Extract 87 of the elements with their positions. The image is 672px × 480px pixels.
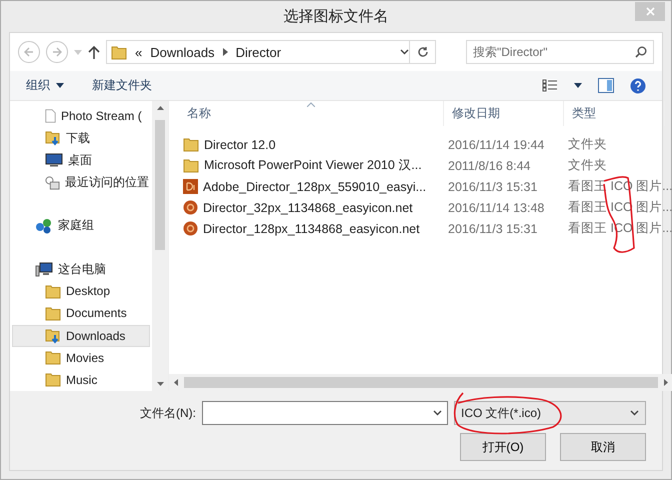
nav-item[interactable]: Documents xyxy=(12,302,150,324)
folder-icon xyxy=(45,284,61,299)
preview-pane-icon[interactable] xyxy=(598,78,614,93)
modified-date: 2011/8/16 8:44 xyxy=(447,158,532,174)
view-caret-icon xyxy=(574,83,582,88)
filename-label: 文件名(N): xyxy=(140,404,196,422)
folder-icon xyxy=(111,44,127,60)
breadcrumb-overflow[interactable]: « xyxy=(135,44,142,60)
nav-label: 最近访问的位置 xyxy=(65,174,149,192)
dialog-button[interactable]: 取消 xyxy=(560,433,646,461)
sort-ascending-icon xyxy=(307,102,315,107)
column-header[interactable]: 类型 xyxy=(564,101,665,126)
scroll-down-icon[interactable] xyxy=(156,382,164,387)
close-icon xyxy=(646,7,654,16)
download-folder-icon xyxy=(45,328,61,344)
file-type: 文件夹 xyxy=(567,136,608,153)
file-name: Director 12.0 xyxy=(204,138,276,152)
window-title: 选择图标文件名 xyxy=(284,7,388,26)
toolbar-button[interactable]: 组织 xyxy=(26,77,64,94)
folder-icon xyxy=(45,350,61,366)
computer-icon xyxy=(35,262,53,277)
file-type: 文件夹 xyxy=(567,157,608,174)
nav-label: 这台电脑 xyxy=(58,260,106,278)
scroll-up-icon[interactable] xyxy=(156,105,164,110)
document-icon xyxy=(45,109,56,124)
nav-item[interactable]: 这台电脑 xyxy=(12,258,150,280)
nav-label: Downloads xyxy=(66,328,126,343)
help-icon[interactable] xyxy=(630,78,646,94)
file-name: Microsoft PowerPoint Viewer 2010 汉... xyxy=(204,157,422,174)
up-arrow-icon[interactable] xyxy=(88,45,100,59)
folder-icon xyxy=(45,306,61,321)
back-arrow-icon xyxy=(24,47,34,57)
caret-icon xyxy=(56,83,64,88)
modified-date: 2016/11/3 15:31 xyxy=(447,178,538,196)
breadcrumb[interactable]: Downloads xyxy=(150,44,215,60)
director-ball-icon xyxy=(183,200,198,215)
toolbar-button[interactable]: 新建文件夹 xyxy=(92,77,152,94)
download-folder-icon xyxy=(45,130,61,146)
nav-label: 下载 xyxy=(66,130,90,147)
file-row[interactable]: Microsoft PowerPoint Viewer 2010 汉... 2011/8/16 8:44 文件夹 xyxy=(169,155,672,176)
scrollbar[interactable] xyxy=(152,101,168,391)
nav-item[interactable]: Downloads xyxy=(12,324,150,347)
nav-item[interactable]: Music xyxy=(12,368,150,391)
nav-item[interactable]: Photo Stream ( xyxy=(12,105,150,128)
refresh-icon xyxy=(416,46,428,58)
file-name: Adobe_Director_128px_559010_easyi... xyxy=(203,180,426,194)
nav-label: Documents xyxy=(66,306,127,320)
horizontal-scrollbar[interactable] xyxy=(169,374,672,391)
modified-date: 2016/11/14 13:48 xyxy=(447,200,546,216)
nav-label: Music xyxy=(66,372,98,387)
nav-item[interactable]: 家庭组 xyxy=(12,214,150,237)
filename-field[interactable] xyxy=(202,401,448,425)
breadcrumb[interactable]: Director xyxy=(236,44,282,60)
homegroup-icon xyxy=(35,218,53,234)
monitor-icon xyxy=(45,153,63,168)
column-header[interactable]: 名称 xyxy=(179,101,444,126)
forward-arrow-icon xyxy=(52,47,62,57)
search-icon xyxy=(635,46,647,58)
folder-icon xyxy=(183,158,199,173)
folder-icon xyxy=(45,372,61,388)
nav-label: Movies xyxy=(66,350,104,365)
nav-item[interactable]: 最近访问的位置 xyxy=(12,171,150,194)
address-bar[interactable]: « Downloads Director xyxy=(106,40,436,64)
chevron-right-icon xyxy=(222,48,228,56)
nav-item[interactable]: 桌面 xyxy=(12,149,150,172)
nav-item[interactable]: Desktop xyxy=(12,280,150,302)
view-list-icon[interactable] xyxy=(542,79,558,92)
modified-date: 2016/11/3 15:31 xyxy=(447,220,538,238)
nav-item[interactable]: Movies xyxy=(12,346,150,369)
file-type-dropdown[interactable]: ICO 文件(*.ico) xyxy=(454,401,646,425)
nav-label: 桌面 xyxy=(68,152,92,169)
search-field[interactable]: 搜索"Director" xyxy=(466,40,654,64)
nav-label: 家庭组 xyxy=(58,217,94,234)
director-ball-icon xyxy=(183,221,198,236)
nav-item[interactable]: 下载 xyxy=(12,127,150,150)
file-name: Director_128px_1134868_easyicon.net xyxy=(203,222,420,236)
scroll-left-icon[interactable] xyxy=(173,379,178,386)
nav-label: Photo Stream ( xyxy=(61,109,142,124)
file-name: Director_32px_1134868_easyicon.net xyxy=(203,200,413,214)
column-header[interactable]: 修改日期 xyxy=(444,101,564,126)
dialog-button[interactable]: 打开(O) xyxy=(460,433,546,461)
file-row[interactable]: Director 12.0 2016/11/14 19:44 文件夹 xyxy=(169,134,672,155)
folder-icon xyxy=(183,137,199,152)
recent-places-icon xyxy=(45,176,60,190)
modified-date: 2016/11/14 19:44 xyxy=(447,136,546,154)
nav-label: Desktop xyxy=(66,284,110,298)
director-file-icon xyxy=(183,179,198,194)
